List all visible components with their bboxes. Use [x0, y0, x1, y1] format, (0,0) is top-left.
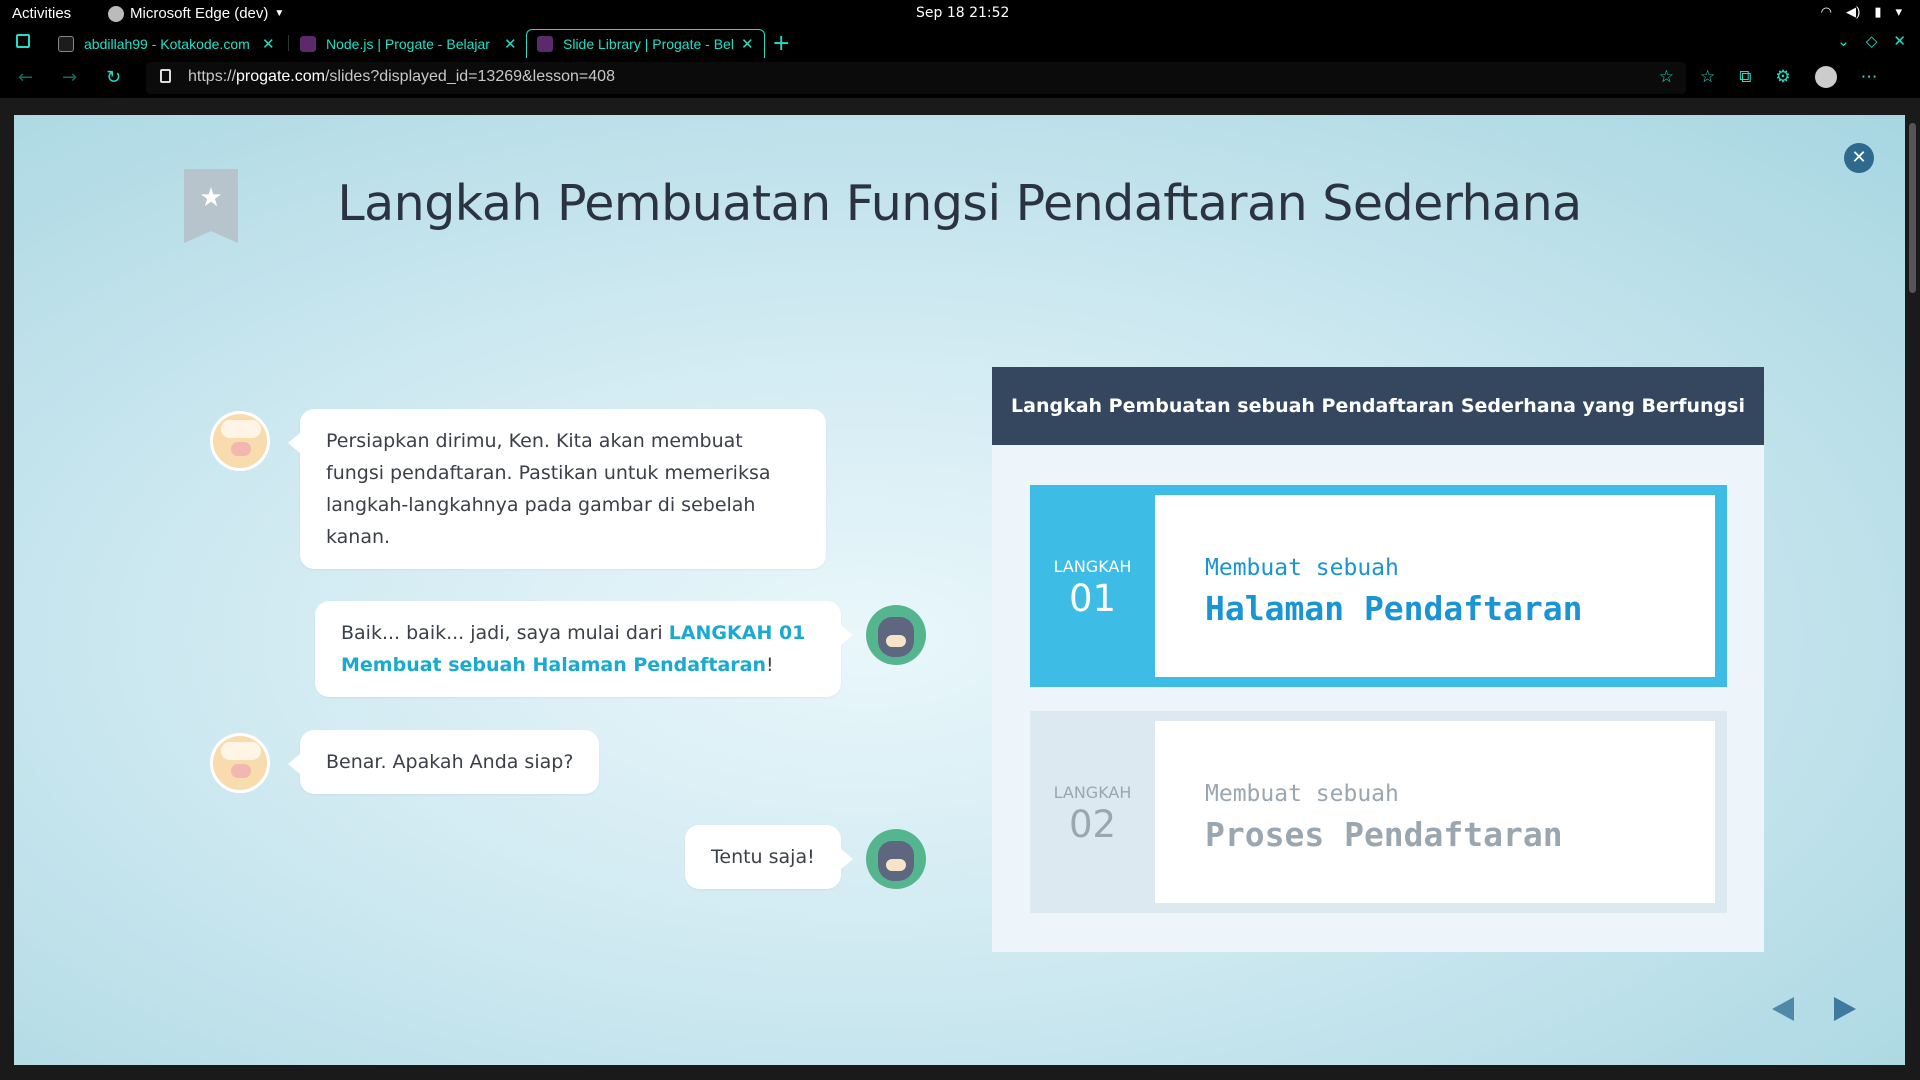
activities-button[interactable]: Activities	[12, 5, 71, 22]
browser-tab-strip: abdillah99 - Kotakode.com ✕ Node.js | Pr…	[0, 27, 1920, 58]
chat-text: Tentu saja!	[711, 846, 815, 868]
progate-favicon-icon	[537, 36, 553, 52]
kotakode-favicon-icon	[58, 35, 74, 52]
tab-label: abdillah99 - Kotakode.com	[84, 35, 250, 52]
scrollbar-thumb[interactable]	[1909, 123, 1916, 293]
figure-heading: Langkah Pembuatan sebuah Pendaftaran Sed…	[992, 367, 1764, 445]
tab-slide-library[interactable]: Slide Library | Progate - Belajar ✕	[526, 29, 765, 58]
close-tab-icon[interactable]: ✕	[504, 35, 517, 53]
slide-title: Langkah Pembuatan Fungsi Pendaftaran Sed…	[337, 175, 1582, 232]
steps-figure: Langkah Pembuatan sebuah Pendaftaran Sed…	[992, 367, 1764, 952]
step-subtitle: Membuat sebuah	[1205, 781, 1399, 807]
browser-toolbar: ← → ↻ https://progate.com/slides?display…	[0, 58, 1920, 98]
step-word: LANGKAH	[1053, 783, 1132, 802]
step-word: LANGKAH	[1053, 557, 1132, 576]
cat-avatar	[866, 605, 926, 665]
step-02-card: LANGKAH 02 Membuat sebuah Proses Pendaft…	[1030, 711, 1727, 913]
step-content: Membuat sebuah Halaman Pendaftaran	[1155, 495, 1715, 677]
step-number: 02	[1068, 803, 1117, 846]
page-scrollbar[interactable]	[1905, 115, 1920, 1065]
power-menu-caret-icon: ▾	[1895, 4, 1902, 19]
tab-list-chevron-icon[interactable]: ⌄	[1837, 32, 1850, 50]
tab-separator	[288, 35, 289, 51]
forward-icon[interactable]: →	[62, 67, 77, 88]
collections-icon[interactable]: ⧉	[1739, 67, 1751, 87]
sheep-avatar	[210, 733, 270, 793]
clock[interactable]: Sep 18 21:52	[916, 5, 1009, 21]
chat-bubble-cat: Tentu saja!	[685, 825, 853, 889]
tab-kotakode[interactable]: abdillah99 - Kotakode.com ✕	[48, 29, 285, 58]
volume-icon: ◀)	[1845, 4, 1861, 19]
reload-icon[interactable]: ↻	[106, 67, 121, 88]
app-menu[interactable]: Microsoft Edge (dev) ▼	[108, 5, 284, 22]
close-tab-icon[interactable]: ✕	[741, 35, 754, 53]
add-favorite-icon[interactable]: ☆	[1659, 67, 1674, 87]
close-icon[interactable]: ✕	[1844, 143, 1874, 173]
chat-text: !	[766, 654, 774, 676]
chat-bubble-sheep: Persiapkan dirimu, Ken. Kita akan membua…	[288, 409, 826, 569]
sheep-avatar	[210, 411, 270, 471]
chat-bubble-cat: Baik... baik... jadi, saya mulai dari LA…	[315, 601, 853, 697]
chat-text: Baik... baik... jadi, saya mulai dari	[341, 622, 669, 644]
step-number: 01	[1068, 577, 1117, 620]
lock-icon[interactable]	[160, 69, 171, 83]
more-menu-icon[interactable]: ⋯	[1861, 67, 1878, 87]
battery-icon: ▮	[1874, 4, 1882, 19]
new-tab-button[interactable]: +	[772, 31, 790, 56]
cat-avatar	[866, 829, 926, 889]
chat-bubble-sheep: Benar. Apakah Anda siap?	[287, 730, 600, 794]
favorites-icon[interactable]: ☆	[1700, 67, 1715, 87]
back-icon[interactable]: ←	[18, 67, 33, 88]
prev-arrow-icon[interactable]	[1772, 997, 1794, 1021]
extensions-icon[interactable]: ⚙	[1775, 67, 1790, 87]
wifi-icon: ◠	[1820, 4, 1832, 19]
toolbar-actions: ☆ ⧉ ⚙ ⋯	[1700, 66, 1878, 88]
profile-avatar[interactable]	[1814, 66, 1837, 88]
chat-text: Benar. Apakah Anda siap?	[326, 751, 574, 773]
tab-actions-icon[interactable]	[16, 34, 30, 48]
step-title: Proses Pendaftaran	[1205, 815, 1563, 854]
next-arrow-icon[interactable]	[1834, 997, 1856, 1021]
caret-down-icon: ▼	[274, 8, 285, 19]
address-bar[interactable]: https://progate.com/slides?displayed_id=…	[146, 62, 1686, 94]
system-tray[interactable]: ◠ ◀) ▮ ▾	[1821, 4, 1902, 20]
tab-nodejs-progate[interactable]: Node.js | Progate - Belajar ✕	[290, 29, 527, 58]
step-title: Halaman Pendaftaran	[1205, 589, 1583, 628]
system-top-bar: Activities Microsoft Edge (dev) ▼ Sep 18…	[0, 0, 1920, 27]
step-label: LANGKAH 02	[1030, 711, 1155, 913]
window-close-icon[interactable]: ✕	[1893, 32, 1906, 50]
step-content: Membuat sebuah Proses Pendaftaran	[1155, 721, 1715, 903]
edge-icon	[108, 5, 124, 22]
url-text[interactable]: https://progate.com/slides?displayed_id=…	[188, 68, 615, 86]
tab-label: Node.js | Progate - Belajar	[326, 35, 490, 52]
step-label: LANGKAH 01	[1030, 485, 1155, 687]
tab-label: Slide Library | Progate - Belajar	[563, 36, 733, 52]
slide: ★ ✕ Langkah Pembuatan Fungsi Pendaftaran…	[14, 115, 1905, 1065]
step-subtitle: Membuat sebuah	[1205, 555, 1399, 581]
minimize-icon[interactable]: ◇	[1866, 32, 1878, 50]
close-tab-icon[interactable]: ✕	[262, 35, 275, 53]
tab-strip-controls: ⌄ ◇ ✕	[1837, 32, 1906, 50]
progate-favicon-icon	[300, 35, 316, 52]
chat-text: Persiapkan dirimu, Ken. Kita akan membua…	[326, 430, 771, 548]
app-menu-label: Microsoft Edge (dev)	[130, 5, 269, 22]
step-01-card: LANGKAH 01 Membuat sebuah Halaman Pendaf…	[1030, 485, 1727, 687]
